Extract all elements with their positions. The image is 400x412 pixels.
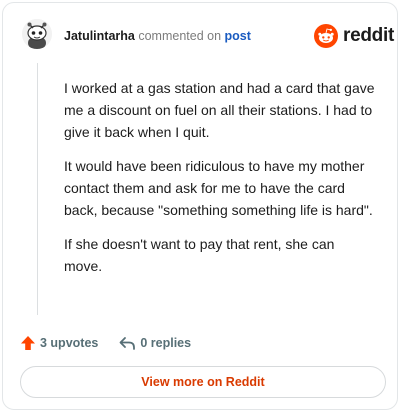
- comment-header: Jatulintarha commented on post: [64, 28, 251, 44]
- embedded-comment-card: Jatulintarha commented on post reddit I …: [2, 2, 398, 410]
- post-link[interactable]: post: [225, 29, 251, 43]
- comment-paragraph: If she doesn't want to pay that rent, sh…: [64, 236, 335, 274]
- reply-button[interactable]: 0 replies: [118, 335, 191, 351]
- reply-count: 0 replies: [140, 336, 192, 350]
- reddit-wordmark: reddit: [343, 25, 394, 46]
- comment-actions: 3 upvotes 0 replies: [20, 333, 191, 353]
- upvote-arrow-icon: [21, 336, 35, 350]
- comment-paragraph: I worked at a gas station and had a card…: [64, 80, 375, 140]
- snoo-avatar-icon: [22, 19, 52, 49]
- view-more-button[interactable]: View more on Reddit: [20, 366, 386, 398]
- reddit-snoo-icon: [314, 24, 338, 48]
- upvote-count: 3 upvotes: [40, 336, 99, 350]
- upvote-button[interactable]: 3 upvotes: [20, 335, 98, 351]
- comment-body: I worked at a gas station and had a card…: [64, 77, 376, 289]
- username[interactable]: Jatulintarha: [64, 29, 135, 43]
- reddit-logo[interactable]: reddit: [314, 23, 394, 49]
- avatar[interactable]: [22, 19, 52, 49]
- commented-on-text: commented on: [138, 29, 222, 43]
- reply-arrow-icon: [119, 337, 136, 350]
- comment-paragraph: It would have been ridiculous to have my…: [64, 158, 373, 218]
- thread-line: [37, 63, 38, 315]
